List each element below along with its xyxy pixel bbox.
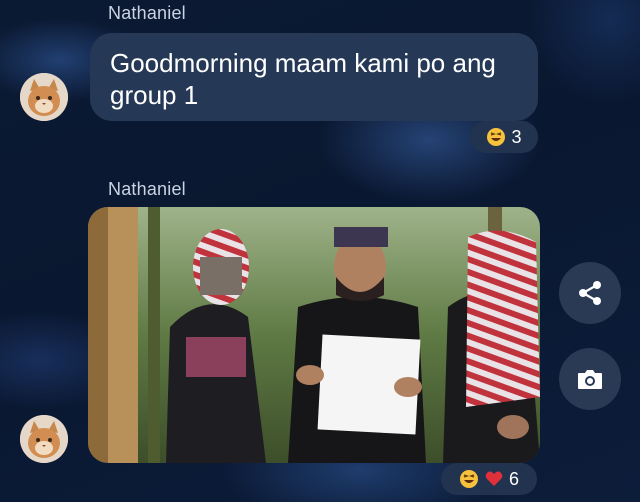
reaction-pill[interactable]: 6	[441, 463, 537, 495]
photo-attachment[interactable]	[88, 207, 540, 463]
group-photo-image	[88, 207, 540, 463]
heart-emoji-icon	[485, 471, 503, 486]
share-icon	[579, 281, 601, 305]
share-button[interactable]	[559, 262, 621, 324]
cat-avatar-image	[20, 415, 68, 463]
sender-name: Nathaniel	[108, 179, 186, 199]
message-text: Goodmorning maam kami po ang group 1	[110, 48, 496, 110]
laughing-emoji-icon	[487, 128, 506, 146]
sender-name: Nathaniel	[108, 3, 186, 23]
cat-avatar-image	[20, 73, 68, 121]
avatar[interactable]	[20, 73, 68, 121]
reaction-count: 3	[511, 126, 522, 147]
laughing-emoji-icon	[459, 470, 478, 488]
camera-icon	[578, 370, 602, 389]
reaction-count: 6	[508, 468, 519, 489]
avatar[interactable]	[20, 415, 68, 463]
reaction-pill[interactable]: 3	[470, 121, 538, 153]
camera-button[interactable]	[559, 348, 621, 410]
message-bubble[interactable]: Goodmorning maam kami po ang group 1	[90, 33, 538, 121]
